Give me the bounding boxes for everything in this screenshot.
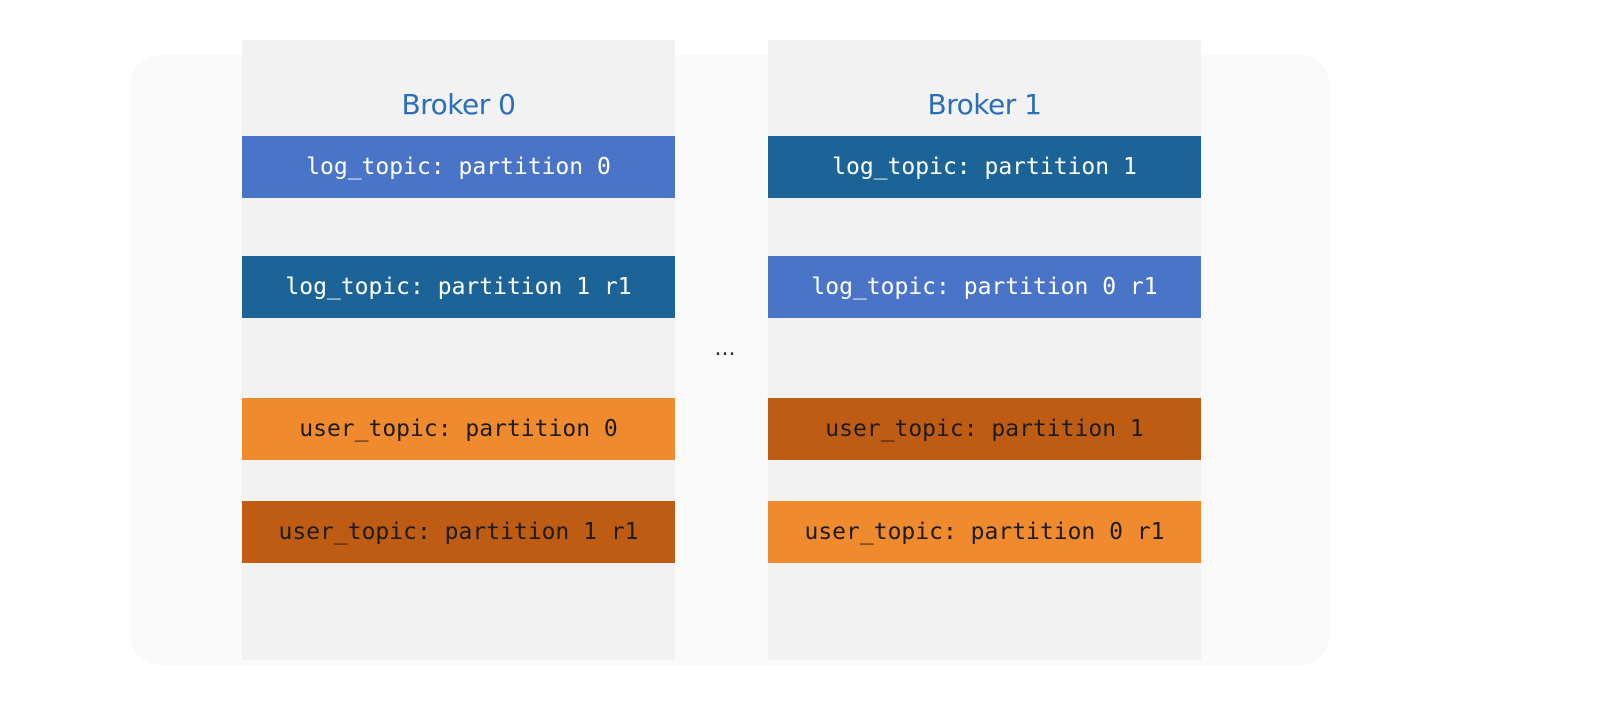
partition-block: user_topic: partition 0 r1 [768,501,1201,563]
partition-block: user_topic: partition 0 [242,398,675,460]
broker-0-panel: Broker 0 log_topic: partition 0 log_topi… [242,40,675,660]
partition-block: user_topic: partition 1 r1 [242,501,675,563]
partition-block: log_topic: partition 0 r1 [768,256,1201,318]
partition-block: log_topic: partition 1 [768,136,1201,198]
broker-1-panel: Broker 1 log_topic: partition 1 log_topi… [768,40,1201,660]
partition-block: log_topic: partition 1 r1 [242,256,675,318]
broker-title: Broker 1 [927,88,1042,121]
broker-title: Broker 0 [401,88,516,121]
partition-block: user_topic: partition 1 [768,398,1201,460]
ellipsis-more-brokers: ... [714,336,736,361]
partition-block: log_topic: partition 0 [242,136,675,198]
